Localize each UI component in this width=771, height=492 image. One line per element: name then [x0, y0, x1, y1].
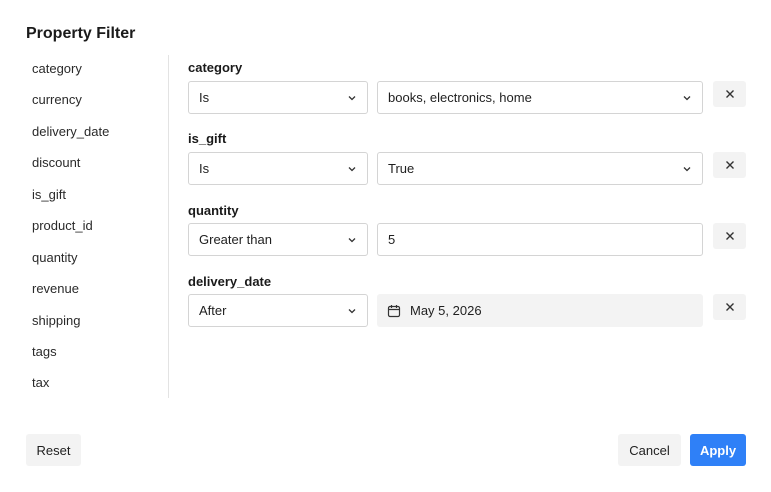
chevron-down-icon — [348, 308, 356, 313]
filter-label-is-gift: is_gift — [188, 131, 227, 146]
sidebar-item-tax[interactable]: tax — [32, 375, 49, 390]
chevron-down-icon — [683, 166, 691, 171]
operator-value: Greater than — [199, 232, 272, 247]
apply-button[interactable]: Apply — [690, 434, 746, 466]
sidebar-item-quantity[interactable]: quantity — [32, 250, 78, 265]
sidebar-item-delivery-date[interactable]: delivery_date — [32, 124, 109, 139]
close-icon — [725, 303, 734, 311]
operator-select-delivery-date[interactable]: After — [188, 294, 368, 327]
page-title: Property Filter — [26, 25, 136, 42]
close-icon — [725, 161, 734, 169]
sidebar-item-product-id[interactable]: product_id — [32, 218, 93, 233]
chevron-down-icon — [348, 166, 356, 171]
sidebar-item-tags[interactable]: tags — [32, 344, 57, 359]
date-picker-button[interactable]: May 5, 2026 — [377, 294, 703, 327]
remove-filter-category-button[interactable] — [713, 81, 746, 107]
value-select-category[interactable]: books, electronics, home — [377, 81, 703, 114]
sidebar-item-revenue[interactable]: revenue — [32, 281, 79, 296]
chevron-down-icon — [348, 95, 356, 100]
sidebar-item-discount[interactable]: discount — [32, 155, 80, 170]
input-value: 5 — [388, 232, 396, 247]
operator-select-quantity[interactable]: Greater than — [188, 223, 368, 256]
operator-select-is-gift[interactable]: Is — [188, 152, 368, 185]
operator-value: Is — [199, 161, 210, 176]
operator-value: After — [199, 303, 227, 318]
operator-value: Is — [199, 90, 210, 105]
selected-date: May 5, 2026 — [410, 303, 482, 318]
close-icon — [725, 232, 734, 240]
quantity-input[interactable]: 5 — [377, 223, 703, 256]
remove-filter-delivery-date-button[interactable] — [713, 294, 746, 320]
chevron-down-icon — [683, 95, 691, 100]
remove-filter-quantity-button[interactable] — [713, 223, 746, 249]
sidebar-item-shipping[interactable]: shipping — [32, 313, 80, 328]
filter-label-category: category — [188, 60, 243, 75]
property-list: category currency delivery_date discount… — [26, 55, 169, 398]
selected-value: True — [388, 161, 415, 176]
filter-label-quantity: quantity — [188, 203, 239, 218]
sidebar-item-currency[interactable]: currency — [32, 92, 82, 107]
remove-filter-is-gift-button[interactable] — [713, 152, 746, 178]
operator-select-category[interactable]: Is — [188, 81, 368, 114]
cancel-button[interactable]: Cancel — [618, 434, 681, 466]
chevron-down-icon — [348, 237, 356, 242]
reset-button[interactable]: Reset — [26, 434, 81, 466]
close-icon — [725, 90, 734, 98]
sidebar-item-is-gift[interactable]: is_gift — [32, 187, 66, 202]
value-select-is-gift[interactable]: True — [377, 152, 703, 185]
selected-values: books, electronics, home — [388, 90, 532, 105]
filter-label-delivery-date: delivery_date — [188, 274, 272, 289]
sidebar-item-category[interactable]: category — [32, 61, 82, 76]
calendar-icon — [387, 304, 401, 317]
